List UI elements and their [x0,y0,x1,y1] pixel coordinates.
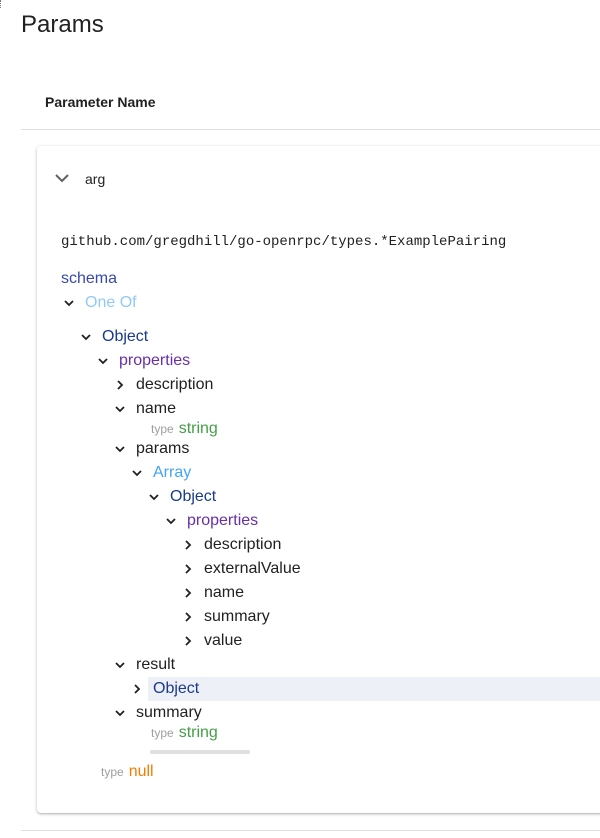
tree-label-inner-object: Object [170,488,217,505]
tree-node-summary[interactable]: summary [113,702,202,724]
schema-label-text: schema [61,270,118,287]
corner-marker [0,0,3,8]
tree-label-params: params [136,440,190,457]
chevron-right-icon[interactable] [113,378,127,392]
chevron-right-icon[interactable] [181,610,195,624]
bottom-divider [21,830,600,831]
param-expand-toggle[interactable] [52,168,72,188]
page-title: Params [21,11,104,38]
type-value-string: string [178,724,218,741]
type-word: type [151,422,174,436]
schema-label: schema [61,268,117,290]
tree-label-name: name [136,400,177,417]
tree-node-one-of[interactable]: One Of [62,292,137,314]
chevron-right-icon[interactable] [181,538,195,552]
tree-node-inner-summary[interactable]: summary [181,606,270,628]
chevron-down-icon[interactable] [79,330,93,344]
tree-label-inner-name: name [204,584,245,601]
tree-label-inner-properties: properties [187,512,259,529]
tree-node-array[interactable]: Array [130,462,191,484]
tree-node-inner-properties[interactable]: properties [164,510,258,532]
chevron-down-icon[interactable] [62,296,76,310]
chevron-down-icon[interactable] [164,514,178,528]
tree-label-summary: summary [136,704,202,721]
type-word: type [101,765,124,779]
tree-label-object: Object [102,328,149,345]
type-word: type [151,726,174,740]
chevron-down-icon[interactable] [113,706,127,720]
tree-node-result-object[interactable]: Object [130,678,199,700]
tree-label-inner-value: value [204,632,243,649]
type-row-null: type null [101,761,154,783]
tree-label-description: description [136,376,214,393]
tree-label-inner-summary: summary [204,608,270,625]
tree-label-result: result [136,656,176,673]
tree-label-properties: properties [119,352,191,369]
type-value-string: string [178,420,218,437]
chevron-down-icon[interactable] [130,466,144,480]
tree-node-object[interactable]: Object [79,326,148,348]
horizontal-scrollbar[interactable] [150,750,250,754]
tree-node-description[interactable]: description [113,374,213,396]
chevron-down-icon[interactable] [96,354,110,368]
tree-node-result[interactable]: result [113,654,175,676]
tree-node-inner-name[interactable]: name [181,582,244,604]
tree-node-inner-value[interactable]: value [181,630,242,652]
tree-label-array: Array [153,464,192,481]
selected-row-highlight [148,677,600,701]
chevron-right-icon[interactable] [181,586,195,600]
chevron-down-icon[interactable] [113,658,127,672]
tree-node-name[interactable]: name [113,398,176,420]
param-type-path: github.com/gregdhill/go-openrpc/types.*E… [61,234,507,250]
chevron-down-icon[interactable] [147,490,161,504]
tree-node-inner-object[interactable]: Object [147,486,216,508]
chevron-down-icon[interactable] [113,442,127,456]
tree-label-result-object: Object [153,680,200,697]
type-row-summary: type string [151,722,218,744]
tree-label-one-of: One Of [85,294,137,311]
tree-label-inner-description: description [204,536,282,553]
chevron-right-icon[interactable] [130,682,144,696]
tree-node-properties[interactable]: properties [96,350,190,372]
chevron-right-icon[interactable] [181,634,195,648]
header-divider [21,129,600,130]
tree-node-inner-description[interactable]: description [181,534,281,556]
column-header-parameter-name: Parameter Name [45,94,156,110]
type-value-null: null [128,763,154,780]
chevron-down-icon [52,168,72,188]
chevron-right-icon[interactable] [181,562,195,576]
tree-node-params[interactable]: params [113,438,189,460]
tree-node-inner-externalvalue[interactable]: externalValue [181,558,301,580]
chevron-down-icon[interactable] [113,402,127,416]
type-row-name: type string [151,418,218,440]
tree-label-inner-externalvalue: externalValue [204,560,301,577]
param-name: arg [85,171,106,187]
